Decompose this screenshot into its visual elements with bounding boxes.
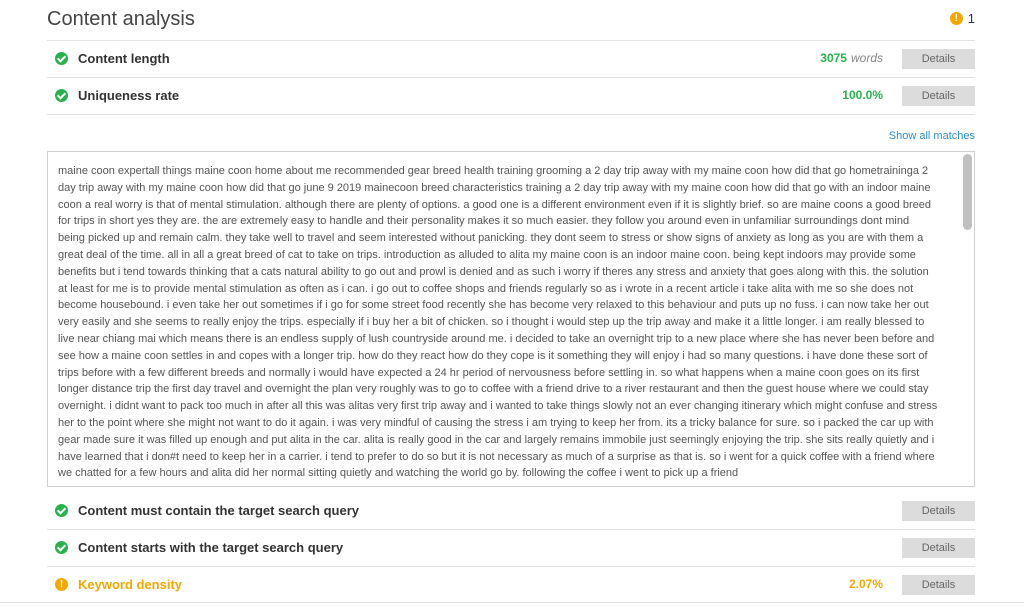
row-keyword-density: Keyword density 2.07% Details: [47, 566, 975, 603]
details-button[interactable]: Details: [902, 49, 975, 69]
details-button[interactable]: Details: [902, 86, 975, 106]
keyword-density-value: 2.07%: [848, 577, 883, 591]
row-content-length: Content length 3075 words Details: [47, 40, 975, 78]
check-icon: [55, 541, 68, 554]
row-label: Content length: [78, 51, 170, 66]
row-uniqueness-rate: Uniqueness rate 100.0% Details: [47, 77, 975, 115]
word-count-unit: words: [850, 51, 883, 65]
scrollbar[interactable]: [963, 154, 972, 482]
word-count-number: 3075: [820, 51, 847, 65]
row-target-query: Content must contain the target search q…: [47, 492, 975, 530]
panel-header: Content analysis 1: [47, 0, 975, 41]
row-label: Content must contain the target search q…: [78, 503, 359, 518]
details-button[interactable]: Details: [902, 538, 975, 558]
row-label: Uniqueness rate: [78, 88, 180, 103]
uniqueness-value: 100.0%: [842, 88, 883, 102]
row-label: Content starts with the target search qu…: [78, 540, 344, 555]
check-icon: [55, 89, 68, 102]
panel-title: Content analysis: [47, 8, 195, 30]
warning-count: 1: [967, 11, 975, 26]
row-label: Keyword density: [78, 577, 183, 592]
divider: [0, 602, 1024, 603]
row-starts-with-query: Content starts with the target search qu…: [47, 529, 975, 567]
content-text-area[interactable]: maine coon expertall things maine coon h…: [47, 151, 975, 487]
warning-icon: [949, 12, 963, 25]
warning-icon: [55, 578, 68, 591]
content-text: maine coon expertall things maine coon h…: [58, 165, 938, 480]
details-button[interactable]: Details: [902, 575, 975, 595]
word-count-value: 3075 words: [820, 51, 883, 65]
check-icon: [55, 504, 68, 517]
check-icon: [55, 52, 68, 65]
scrollbar-thumb[interactable]: [963, 154, 972, 230]
show-all-matches-link[interactable]: Show all matches: [889, 130, 975, 142]
warning-counter: 1: [949, 11, 975, 26]
details-button[interactable]: Details: [902, 501, 975, 521]
